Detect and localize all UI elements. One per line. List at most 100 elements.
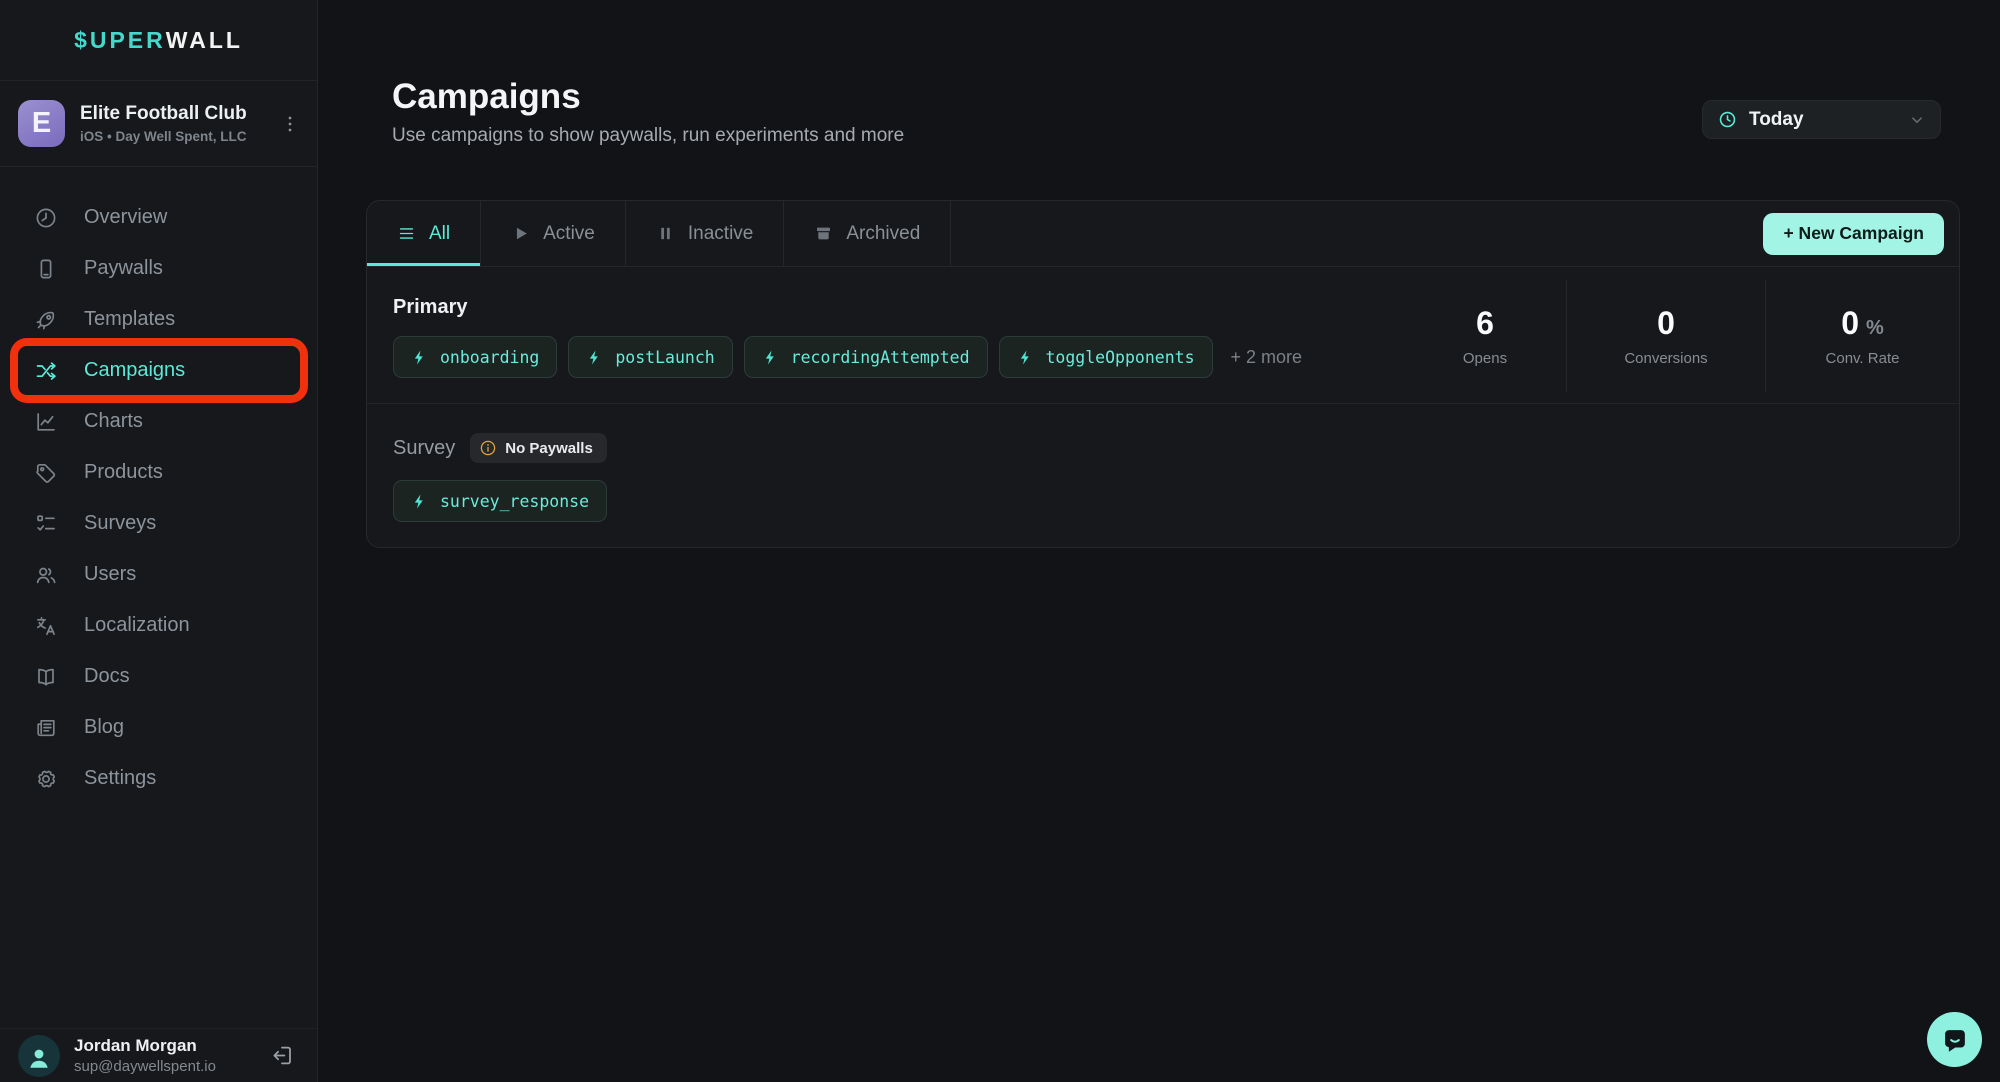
chat-widget-button[interactable]	[1927, 1012, 1982, 1067]
user-meta: Jordan Morgan sup@daywellspent.io	[74, 1036, 216, 1075]
event-tag-label: recordingAttempted	[791, 348, 970, 367]
sidebar-item-label: Settings	[84, 767, 156, 790]
sidebar-nav: Overview Paywalls Templates Campaigns Charts…	[0, 167, 317, 1028]
sidebar-item-products[interactable]: Products	[0, 447, 317, 498]
sidebar-item-settings[interactable]: Settings	[0, 753, 317, 804]
sidebar-item-localization[interactable]: Localization	[0, 600, 317, 651]
event-tag[interactable]: toggleOpponents	[999, 336, 1213, 378]
sidebar-item-label: Localization	[84, 614, 190, 637]
tab-all[interactable]: All	[367, 201, 481, 266]
list-icon	[397, 224, 416, 243]
sidebar-item-label: Products	[84, 461, 163, 484]
kebab-menu-icon[interactable]	[279, 113, 301, 135]
clock-icon	[1718, 110, 1737, 129]
stat-label: Opens	[1463, 350, 1507, 367]
stat-number: 6	[1476, 305, 1494, 342]
person-icon	[25, 1044, 53, 1072]
sidebar-item-label: Users	[84, 563, 136, 586]
campaign-row-survey: Survey No Paywalls survey_response	[367, 404, 1959, 547]
logo-rest-text: WALL	[166, 27, 243, 54]
event-tag[interactable]: onboarding	[393, 336, 557, 378]
campaigns-icon	[34, 359, 58, 383]
stat-conversions: 0Conversions	[1566, 280, 1765, 392]
tab-active[interactable]: Active	[481, 201, 626, 266]
campaigns-tabbar: All Active InactiveArchived + New Campaign	[367, 201, 1959, 267]
products-icon	[34, 461, 58, 485]
campaign-name[interactable]: Primary	[393, 296, 468, 319]
main-content: Campaigns Use campaigns to show paywalls…	[318, 0, 2000, 1082]
tab-inactive[interactable]: Inactive	[626, 201, 784, 266]
campaign-name-line: Survey No Paywalls	[393, 433, 1959, 463]
info-icon	[479, 439, 497, 457]
lightning-icon	[762, 349, 779, 366]
sidebar-item-campaigns[interactable]: Campaigns	[0, 345, 317, 396]
localization-icon	[34, 614, 58, 638]
user-email: sup@daywellspent.io	[74, 1058, 216, 1075]
tab-label: Active	[543, 223, 595, 245]
sidebar-item-overview[interactable]: Overview	[0, 192, 317, 243]
users-icon	[34, 563, 58, 587]
event-tag-label: toggleOpponents	[1046, 348, 1195, 367]
sidebar-item-users[interactable]: Users	[0, 549, 317, 600]
workspace-meta: Elite Football Club iOS • Day Well Spent…	[80, 103, 247, 144]
blog-icon	[34, 716, 58, 740]
date-filter-value: Today	[1749, 109, 1804, 131]
campaigns-card: All Active InactiveArchived + New Campaign…	[366, 200, 1960, 548]
sidebar-item-templates[interactable]: Templates	[0, 294, 317, 345]
templates-icon	[34, 308, 58, 332]
charts-icon	[34, 410, 58, 434]
workspace-avatar: E	[18, 100, 65, 147]
stat-number: 0	[1657, 305, 1675, 342]
workspace-name: Elite Football Club	[80, 103, 247, 125]
tab-label: All	[429, 223, 450, 245]
paywalls-icon	[34, 257, 58, 281]
user-name: Jordan Morgan	[74, 1036, 216, 1056]
workspace-switcher[interactable]: E Elite Football Club iOS • Day Well Spe…	[0, 81, 317, 167]
stat-value: 0	[1657, 305, 1675, 342]
sidebar-item-label: Charts	[84, 410, 143, 433]
stat-opens: 6 Opens	[1404, 280, 1566, 392]
lightning-icon	[1017, 349, 1034, 366]
new-campaign-button[interactable]: + New Campaign	[1763, 213, 1944, 255]
lightning-icon	[411, 349, 428, 366]
sidebar-item-blog[interactable]: Blog	[0, 702, 317, 753]
event-tag-label: postLaunch	[615, 348, 714, 367]
campaign-tags: survey_response	[393, 480, 1959, 522]
sidebar-item-label: Surveys	[84, 512, 156, 535]
docs-icon	[34, 665, 58, 689]
campaign-name[interactable]: Survey	[393, 437, 455, 460]
date-filter-dropdown[interactable]: Today	[1702, 100, 1941, 139]
settings-icon	[34, 767, 58, 791]
stat-number: 0	[1841, 305, 1859, 342]
workspace-platform: iOS • Day Well Spent, LLC	[80, 129, 247, 144]
event-tag[interactable]: postLaunch	[568, 336, 732, 378]
sidebar-item-label: Templates	[84, 308, 175, 331]
sidebar-item-label: Overview	[84, 206, 167, 229]
sidebar-item-charts[interactable]: Charts	[0, 396, 317, 447]
pause-icon	[656, 224, 675, 243]
lightning-icon	[411, 493, 428, 510]
archive-icon	[814, 224, 833, 243]
sidebar-item-paywalls[interactable]: Paywalls	[0, 243, 317, 294]
badge-label: No Paywalls	[505, 440, 593, 457]
stat-value: 0%	[1841, 305, 1884, 342]
app-root: $UPERWALL E Elite Football Club iOS • Da…	[0, 0, 2000, 1082]
logout-icon[interactable]	[270, 1043, 295, 1068]
sidebar-item-label: Docs	[84, 665, 130, 688]
event-tag[interactable]: recordingAttempted	[744, 336, 988, 378]
play-icon	[511, 224, 530, 243]
campaign-stats: 6Opens0Conversions0%Conv. Rate	[1404, 280, 1959, 392]
sidebar-item-surveys[interactable]: Surveys	[0, 498, 317, 549]
event-tag[interactable]: survey_response	[393, 480, 607, 522]
tabs-group: All Active InactiveArchived	[367, 201, 951, 266]
tab-archived[interactable]: Archived	[784, 201, 951, 266]
sidebar-item-label: Blog	[84, 716, 124, 739]
superwall-logo: $UPERWALL	[0, 0, 317, 81]
chat-bubble-icon	[1939, 1024, 1971, 1056]
stat-value: 6	[1476, 305, 1494, 342]
stat-suffix: %	[1866, 317, 1884, 340]
logo-accent-text: $UPER	[74, 27, 166, 54]
overview-icon	[34, 206, 58, 230]
stat-label: Conv. Rate	[1826, 350, 1900, 367]
sidebar-item-docs[interactable]: Docs	[0, 651, 317, 702]
